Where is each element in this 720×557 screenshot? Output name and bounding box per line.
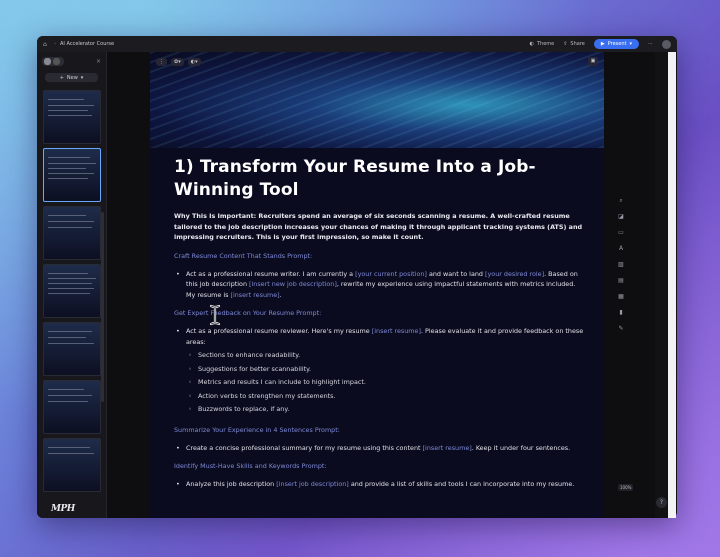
section-heading[interactable]: Summarize Your Experience in 4 Sentences…: [174, 425, 586, 435]
share-button-label: Share: [570, 41, 585, 47]
bullet-text: Analyze this job description: [186, 480, 277, 488]
chart-icon[interactable]: ▮: [617, 309, 625, 317]
image-options-icon[interactable]: ▣: [588, 57, 598, 66]
bullet-text: Act as a professional resume reviewer. H…: [186, 327, 372, 335]
app-window: ⌂ › AI Accelerator Course ◐ Theme ⇪ Share …: [37, 36, 677, 518]
placeholder-text: [insert job description]: [276, 480, 349, 488]
sub-bullet-item[interactable]: Buzzwords to replace, if any.: [186, 403, 586, 417]
slide-canvas: ⋮ ✿▾ ◐▾ ▣ 1) Transform Your Resume Into …: [107, 52, 655, 518]
zoom-level[interactable]: 100%: [618, 484, 634, 491]
placeholder-text: [insert resume]: [422, 443, 472, 452]
slide-intro[interactable]: Why This Is Important: Recruiters spend …: [174, 211, 586, 243]
slide-thumbnail-2[interactable]: [43, 148, 101, 202]
chevron-down-icon: ▾: [629, 41, 632, 47]
new-slide-label: New: [66, 74, 78, 81]
top-bar-actions: ◐ Theme ⇪ Share ▶ Present ▾ ⋯: [530, 39, 671, 49]
slide-thumbnails: [43, 90, 101, 496]
bullet-item[interactable]: Analyze this job description [insert job…: [174, 479, 586, 490]
layout-menu-chip[interactable]: ✿▾: [171, 58, 184, 66]
placeholder-text: [insert resume]: [371, 327, 421, 335]
image-icon[interactable]: ▨: [617, 261, 625, 269]
breadcrumb-title[interactable]: AI Accelerator Course: [60, 41, 114, 47]
theme-button[interactable]: ◐ Theme: [530, 41, 555, 47]
slide-hero-image: [150, 52, 604, 148]
brand-logo: MPH: [51, 504, 75, 514]
section-bullets: Analyze this job description [insert job…: [174, 479, 586, 490]
bullet-item[interactable]: Act as a professional resume reviewer. H…: [174, 326, 586, 417]
card-icon[interactable]: ▭: [617, 229, 625, 237]
view-toggle[interactable]: [42, 57, 64, 66]
sub-bullets: Sections to enhance readability. Suggest…: [186, 349, 586, 417]
right-toolbar: ⌕ ◪ ▭ A ▨ ▤ ▦ ▮ ✎: [614, 195, 628, 355]
more-options-icon[interactable]: ⋯: [648, 41, 653, 47]
page-edge-strip: [668, 52, 676, 518]
slide-thumbnail-4[interactable]: [43, 264, 101, 318]
bullet-item[interactable]: Act as a professional resume writer. I a…: [174, 269, 586, 301]
slide[interactable]: ⋮ ✿▾ ◐▾ ▣ 1) Transform Your Resume Into …: [150, 52, 604, 518]
placeholder-text: [insert new job description]: [249, 280, 337, 288]
sidebar-scrollbar[interactable]: [101, 212, 104, 402]
present-button-label: Present: [607, 41, 627, 47]
top-bar: ⌂ › AI Accelerator Course ◐ Theme ⇪ Share …: [37, 36, 677, 52]
share-button[interactable]: ⇪ Share: [563, 41, 585, 47]
embed-icon[interactable]: ▤: [617, 277, 625, 285]
theme-button-label: Theme: [536, 41, 555, 47]
bullet-text: Act as a professional resume writer. I a…: [186, 269, 356, 278]
palette-icon: ◐: [529, 41, 534, 47]
home-icon[interactable]: ⌂: [43, 41, 50, 48]
play-icon: ▶: [600, 41, 605, 47]
placeholder-text: [your desired role]: [485, 269, 545, 278]
bullet-item[interactable]: Create a concise professional summary fo…: [174, 443, 586, 454]
section-bullets: Create a concise professional summary fo…: [174, 443, 586, 454]
breadcrumb-separator-icon: ›: [54, 41, 56, 47]
edit-icon[interactable]: ✎: [617, 325, 625, 333]
new-slide-button[interactable]: + New ▾: [45, 73, 98, 82]
sidebar-header: ×: [37, 52, 106, 71]
table-icon[interactable]: ▦: [617, 293, 625, 301]
list-view-icon[interactable]: [53, 58, 60, 65]
search-icon[interactable]: ⌕: [617, 197, 625, 205]
collapse-sidebar-icon[interactable]: ×: [96, 58, 101, 65]
section-bullets: Act as a professional resume reviewer. H…: [174, 326, 586, 417]
sub-bullet-item[interactable]: Suggestions for better scannability.: [186, 363, 586, 377]
drag-handle-icon[interactable]: ⋮: [156, 58, 167, 66]
slide-thumbnail-3[interactable]: [43, 206, 101, 260]
section-bullets: Act as a professional resume writer. I a…: [174, 269, 586, 301]
slide-title[interactable]: 1) Transform Your Resume Into a Job-Winn…: [174, 156, 586, 202]
style-menu-chip[interactable]: ◐▾: [187, 58, 201, 66]
chevron-down-icon: ▾: [80, 74, 84, 81]
section-heading[interactable]: Craft Resume Content That Stands Prompt:: [174, 251, 586, 261]
text-icon[interactable]: A: [617, 245, 625, 253]
slides-sidebar: × + New ▾ MPH: [37, 52, 107, 518]
grid-view-icon[interactable]: [44, 58, 51, 65]
bullet-text: . Keep it under four sentences.: [471, 443, 571, 452]
bullet-text: .: [279, 290, 282, 299]
sub-bullet-item[interactable]: Metrics and results I can include to hig…: [186, 376, 586, 390]
sub-bullet-item[interactable]: Sections to enhance readability.: [186, 349, 586, 363]
sub-bullet-item[interactable]: Action verbs to strengthen my statements…: [186, 390, 586, 404]
slide-content: 1) Transform Your Resume Into a Job-Winn…: [174, 156, 586, 498]
present-button[interactable]: ▶ Present ▾: [593, 39, 639, 49]
section-heading[interactable]: Identify Must-Have Skills and Keywords P…: [174, 461, 586, 471]
text-cursor-icon: [209, 304, 221, 326]
bullet-text: Create a concise professional summary fo…: [186, 443, 423, 452]
brand-logo-text: MPH: [51, 504, 75, 514]
slide-toolbar: ⋮ ✿▾ ◐▾: [156, 58, 201, 66]
bullet-text: and want to land: [426, 269, 486, 278]
slide-thumbnail-5[interactable]: [43, 322, 101, 376]
bullet-text: and provide a list of skills and tools I…: [348, 480, 575, 488]
section-heading[interactable]: Get Expert Feedback on Your Resume Promp…: [174, 308, 586, 318]
help-icon[interactable]: ?: [656, 497, 667, 508]
placeholder-text: [insert resume]: [230, 290, 280, 299]
avatar[interactable]: [662, 39, 671, 49]
slide-thumbnail-7[interactable]: [43, 438, 101, 492]
slide-thumbnail-6[interactable]: [43, 380, 101, 434]
placeholder-text: [your current position]: [355, 269, 427, 278]
share-icon: ⇪: [563, 41, 568, 47]
slide-thumbnail-1[interactable]: [43, 90, 101, 144]
shapes-icon[interactable]: ◪: [617, 213, 625, 221]
plus-icon: +: [59, 74, 64, 81]
